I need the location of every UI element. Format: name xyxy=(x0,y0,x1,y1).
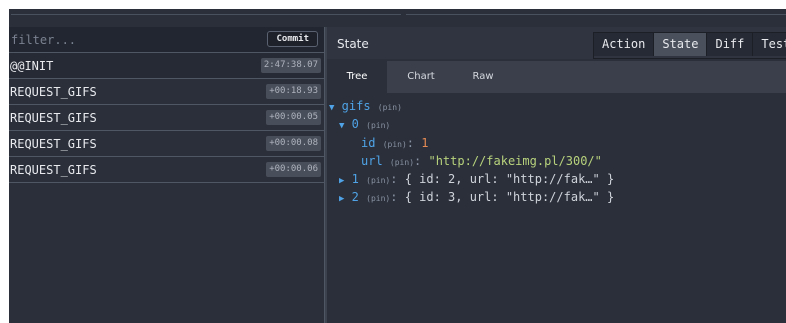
tree-node-2[interactable]: ▶ 2 (pin): { id: 3, url: "http://fak…" } xyxy=(339,188,614,206)
node-key: 0 xyxy=(351,117,359,131)
action-log-panel: Commit @@INIT 2:47:38.07 REQUEST_GIFS +0… xyxy=(9,27,324,323)
tree-node-url: url (pin): "http://fakeimg.pl/300/" xyxy=(361,152,602,170)
node-colon: : xyxy=(390,190,398,204)
node-type: (pin) xyxy=(366,121,391,130)
tab-action[interactable]: Action xyxy=(594,33,655,56)
action-name: REQUEST_GIFS xyxy=(10,137,97,151)
node-type: (pin) xyxy=(382,140,407,149)
tree-node-0[interactable]: ▼ 0 (pin) xyxy=(339,115,390,133)
action-timestamp: +00:18.93 xyxy=(266,84,321,99)
node-key: 1 xyxy=(351,172,359,186)
tab-tree[interactable]: Tree xyxy=(327,61,387,93)
top-bar-divider-left xyxy=(11,14,401,15)
monitor-header: State Action State Diff Test xyxy=(327,27,786,59)
action-timestamp: +00:00.05 xyxy=(266,110,321,125)
node-value: 1 xyxy=(421,136,429,150)
filter-input[interactable] xyxy=(11,31,261,49)
tab-state[interactable]: State xyxy=(654,33,708,56)
node-summary: { id: 2, url: "http://fak…" } xyxy=(404,172,615,186)
tab-diff[interactable]: Diff xyxy=(707,33,754,56)
node-type: (pin) xyxy=(389,158,415,167)
tree-node-id: id (pin): 1 xyxy=(361,134,428,152)
action-row[interactable]: REQUEST_GIFS +00:00.06 xyxy=(9,157,324,183)
node-colon: : xyxy=(414,154,422,168)
triangle-down-icon[interactable]: ▼ xyxy=(329,103,334,113)
triangle-down-icon[interactable]: ▼ xyxy=(339,121,344,131)
devtools-window: Commit @@INIT 2:47:38.07 REQUEST_GIFS +0… xyxy=(9,9,786,323)
filter-bar: Commit xyxy=(9,27,324,53)
view-tab-bar: Tree Chart Raw xyxy=(327,61,786,93)
node-type: (pin) xyxy=(366,176,391,185)
action-row[interactable]: REQUEST_GIFS +00:18.93 xyxy=(9,79,324,105)
action-name: @@INIT xyxy=(10,59,54,73)
action-timestamp: +00:00.06 xyxy=(266,162,321,177)
triangle-right-icon[interactable]: ▶ xyxy=(339,194,344,204)
action-name: REQUEST_GIFS xyxy=(10,111,97,125)
action-list: @@INIT 2:47:38.07 REQUEST_GIFS +00:18.93… xyxy=(9,53,324,183)
node-value: "http://fakeimg.pl/300/" xyxy=(428,154,602,168)
action-timestamp: +00:00.08 xyxy=(266,136,321,151)
node-colon: : xyxy=(406,136,415,150)
top-bar-divider-right xyxy=(406,14,786,15)
tab-test[interactable]: Test xyxy=(753,33,786,56)
node-summary: { id: 3, url: "http://fak…" } xyxy=(404,190,615,204)
action-row[interactable]: REQUEST_GIFS +00:00.05 xyxy=(9,105,324,131)
tab-raw[interactable]: Raw xyxy=(453,61,513,93)
tab-chart[interactable]: Chart xyxy=(391,61,451,93)
action-row[interactable]: @@INIT 2:47:38.07 xyxy=(9,53,324,79)
top-bar xyxy=(9,9,786,27)
node-key: id xyxy=(361,136,376,150)
node-type: (pin) xyxy=(377,103,402,112)
action-row[interactable]: REQUEST_GIFS +00:00.08 xyxy=(9,131,324,157)
tree-node-1[interactable]: ▶ 1 (pin): { id: 2, url: "http://fak…" } xyxy=(339,170,614,188)
node-key: gifs xyxy=(341,99,371,113)
action-timestamp: 2:47:38.07 xyxy=(260,58,321,73)
monitor-tab-group: Action State Diff Test xyxy=(593,32,786,59)
node-colon: : xyxy=(390,172,398,186)
node-key: 2 xyxy=(351,190,359,204)
state-monitor-panel: State Action State Diff Test Tree Chart … xyxy=(327,27,786,323)
commit-button[interactable]: Commit xyxy=(267,31,318,47)
action-name: REQUEST_GIFS xyxy=(10,85,97,99)
node-key: url xyxy=(361,154,383,168)
tree-node-gifs[interactable]: ▼ gifs (pin) xyxy=(329,97,402,115)
triangle-right-icon[interactable]: ▶ xyxy=(339,176,344,186)
action-name: REQUEST_GIFS xyxy=(10,163,97,177)
monitor-title: State xyxy=(337,37,369,51)
node-type: (pin) xyxy=(366,194,391,203)
